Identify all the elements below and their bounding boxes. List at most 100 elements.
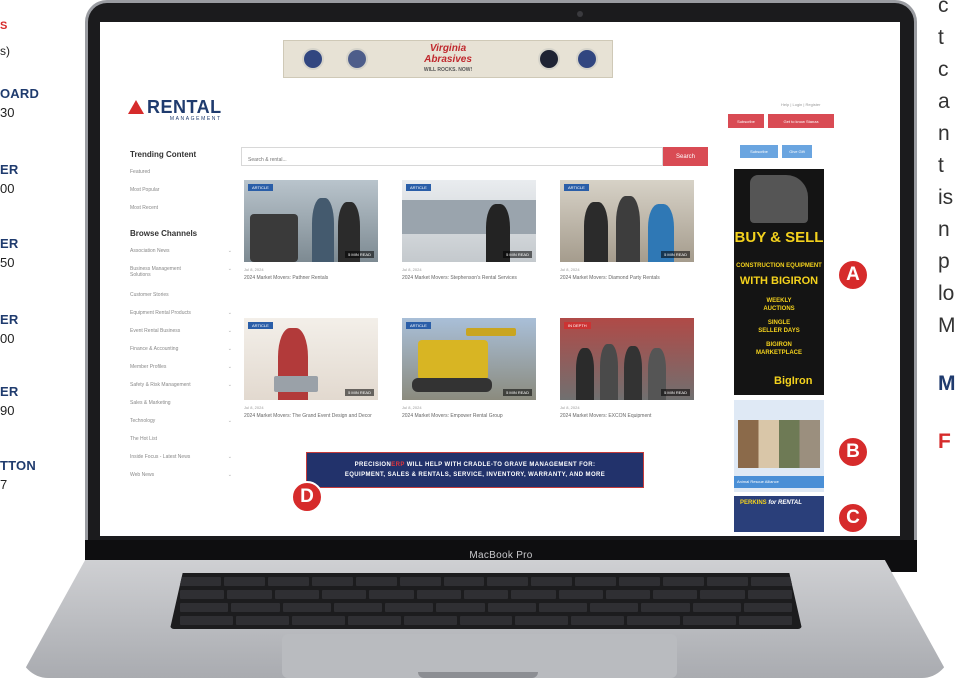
article-card[interactable]: ARTICLE 5 MIN READ Jul 8, 2024 2024 Mark… bbox=[402, 318, 536, 419]
left-item-value: 00 bbox=[0, 181, 15, 196]
key-row bbox=[170, 590, 802, 599]
callout-badge-b: B bbox=[837, 436, 869, 468]
sidebar-item[interactable]: Most Recent bbox=[130, 205, 232, 223]
chevron-down-icon: ⌄ bbox=[227, 310, 232, 316]
left-item: ER 50 bbox=[0, 236, 18, 270]
top-ad-text: Virginia Abrasives WILL ROCKS. NOW! bbox=[424, 43, 472, 76]
sidebar-item[interactable]: Business Management Solutions ⌄ bbox=[130, 266, 232, 292]
search-button[interactable]: Search bbox=[663, 147, 708, 166]
right-bold-red-line: F bbox=[938, 430, 951, 453]
get-to-know-button[interactable]: Get to know Stanza bbox=[768, 114, 834, 128]
sidebar-item-label: Most Popular bbox=[130, 187, 160, 193]
sidebar-item[interactable]: Most Popular bbox=[130, 187, 232, 205]
sticker-icon bbox=[576, 48, 598, 70]
article-card[interactable]: ARTICLE 5 MIN READ Jul 8, 2024 2024 Mark… bbox=[244, 318, 378, 419]
right-text-line: a bbox=[938, 90, 950, 113]
search-field-wrapper bbox=[241, 147, 663, 169]
sidebar-item[interactable]: Sales & Marketing bbox=[130, 400, 232, 418]
sidebar-item[interactable]: Association News ⌄ bbox=[130, 248, 232, 266]
ad-headline: BUY & SELL bbox=[734, 229, 824, 246]
sidebar-item[interactable]: Inside Focus - Latest News ⌄ bbox=[130, 454, 232, 472]
sidebar-item-label: Most Recent bbox=[130, 205, 159, 211]
chevron-down-icon: ⌄ bbox=[227, 266, 232, 272]
right-text-line: c bbox=[938, 0, 949, 17]
top-ad-banner[interactable]: Virginia Abrasives WILL ROCKS. NOW! bbox=[283, 40, 613, 78]
right-text-line: t bbox=[938, 26, 944, 49]
sidebar-item[interactable]: Featured bbox=[130, 169, 232, 187]
sidebar-item-label: Equipment Rental Products bbox=[130, 310, 191, 316]
article-card[interactable]: IN DEPTH 5 MIN READ Jul 8, 2024 2024 Mar… bbox=[560, 318, 694, 419]
ad-caption: Animal Rescue Alliance bbox=[734, 476, 824, 488]
pet-photo-grid bbox=[738, 420, 820, 468]
sidebar-item-label: Technology bbox=[130, 418, 156, 424]
sidebar-item-label: The Hot List bbox=[130, 436, 157, 442]
read-time-badge: 5 MIN READ bbox=[503, 389, 532, 396]
logo-triangle-icon bbox=[128, 100, 144, 114]
article-photo: ARTICLE 5 MIN READ bbox=[402, 180, 536, 262]
article-card[interactable]: ARTICLE 5 MIN READ Jul 8, 2024 2024 Mark… bbox=[244, 180, 378, 281]
sidebar-item[interactable]: Event Rental Business ⌄ bbox=[130, 328, 232, 346]
photo-figure bbox=[600, 344, 618, 400]
sticker-icon bbox=[346, 48, 368, 70]
subscribe-blue-button[interactable]: Subscribe bbox=[740, 145, 778, 158]
article-photo: ARTICLE 5 MIN READ bbox=[244, 318, 378, 400]
account-links[interactable]: Help | Login | Register bbox=[781, 102, 820, 107]
photo-figure bbox=[466, 328, 516, 336]
left-item-title: ER bbox=[0, 236, 19, 251]
sidebar-item[interactable]: Safety & Risk Management ⌄ bbox=[130, 382, 232, 400]
ad-line: MARKETPLACE bbox=[756, 350, 802, 356]
left-item: ER 00 bbox=[0, 312, 18, 346]
browser-screen: Virginia Abrasives WILL ROCKS. NOW! RENT… bbox=[100, 22, 900, 536]
right-text-line: n bbox=[938, 122, 950, 145]
left-item: TTON 7 bbox=[0, 458, 36, 492]
sidebar-item[interactable]: Web News ⌄ bbox=[130, 472, 232, 490]
left-item: ER 00 bbox=[0, 162, 18, 196]
sidebar-item[interactable]: Member Profiles ⌄ bbox=[130, 364, 232, 382]
right-bold-line: M bbox=[938, 372, 956, 395]
sidebar-item[interactable]: The Hot List bbox=[130, 436, 232, 454]
ad-line: AUCTIONS bbox=[763, 306, 795, 312]
sidebar-item[interactable]: Technology ⌄ bbox=[130, 418, 232, 436]
chevron-down-icon: ⌄ bbox=[227, 472, 232, 478]
give-gift-button[interactable]: Give Gift bbox=[782, 145, 812, 158]
right-text-line: t bbox=[938, 154, 944, 177]
photo-figure bbox=[412, 378, 492, 392]
sidebar-heading-browse: Browse Channels bbox=[130, 229, 198, 238]
ad-line: BIGIRON bbox=[766, 342, 792, 348]
subscribe-button[interactable]: Subscribe bbox=[728, 114, 764, 128]
article-photo: IN DEPTH 5 MIN READ bbox=[560, 318, 694, 400]
bigiron-ad[interactable]: BUY & SELL CONSTRUCTION EQUIPMENT WITH B… bbox=[734, 169, 824, 395]
article-date: Jul 8, 2024 bbox=[244, 405, 264, 410]
read-time-badge: 5 MIN READ bbox=[661, 389, 690, 396]
article-card[interactable]: ARTICLE 5 MIN READ Jul 8, 2024 2024 Mark… bbox=[402, 180, 536, 281]
article-title: 2024 Market Movers: Pathner Rentals bbox=[244, 275, 329, 281]
sidebar-item[interactable]: Customer Stories bbox=[130, 292, 232, 310]
left-item-value: 90 bbox=[0, 403, 15, 418]
sidebar: Trending Content Featured Most Popular M… bbox=[130, 150, 232, 490]
photo-figure bbox=[616, 196, 640, 262]
read-time-badge: 5 MIN READ bbox=[661, 251, 690, 258]
animal-rescue-ad[interactable]: Animal Rescue Alliance bbox=[734, 400, 824, 492]
search-input[interactable] bbox=[242, 151, 662, 169]
article-card[interactable]: ARTICLE 5 MIN READ Jul 8, 2024 2024 Mark… bbox=[560, 180, 694, 281]
left-item-title: TTON bbox=[0, 458, 36, 473]
right-text-line: is bbox=[938, 186, 954, 209]
right-text-line: M bbox=[938, 314, 956, 337]
device-label: MacBook Pro bbox=[469, 550, 533, 561]
sidebar-item[interactable]: Equipment Rental Products ⌄ bbox=[130, 310, 232, 328]
sticker-icon bbox=[302, 48, 324, 70]
article-photo: ARTICLE 5 MIN READ bbox=[244, 180, 378, 262]
perkins-ad[interactable]: PERKINS for RENTAL bbox=[734, 496, 824, 532]
sidebar-item-label: Featured bbox=[130, 169, 151, 175]
photo-figure bbox=[274, 376, 318, 392]
site-logo[interactable]: RENTAL MANAGEMENT bbox=[128, 98, 222, 122]
banner-line1: PRECISIONERP WILL HELP WITH CRADLE-TO GR… bbox=[355, 460, 596, 470]
photo-figure bbox=[418, 340, 488, 380]
precision-erp-banner[interactable]: PRECISIONERP WILL HELP WITH CRADLE-TO GR… bbox=[306, 452, 644, 488]
right-text-column: c t c a n t is n p lo M M F bbox=[938, 0, 961, 460]
brand-part-a: PRECISION bbox=[354, 462, 392, 468]
article-tag: IN DEPTH bbox=[564, 322, 591, 329]
chevron-down-icon: ⌄ bbox=[227, 328, 232, 334]
sidebar-item[interactable]: Finance & Accounting ⌄ bbox=[130, 346, 232, 364]
excavator-icon bbox=[750, 175, 808, 223]
